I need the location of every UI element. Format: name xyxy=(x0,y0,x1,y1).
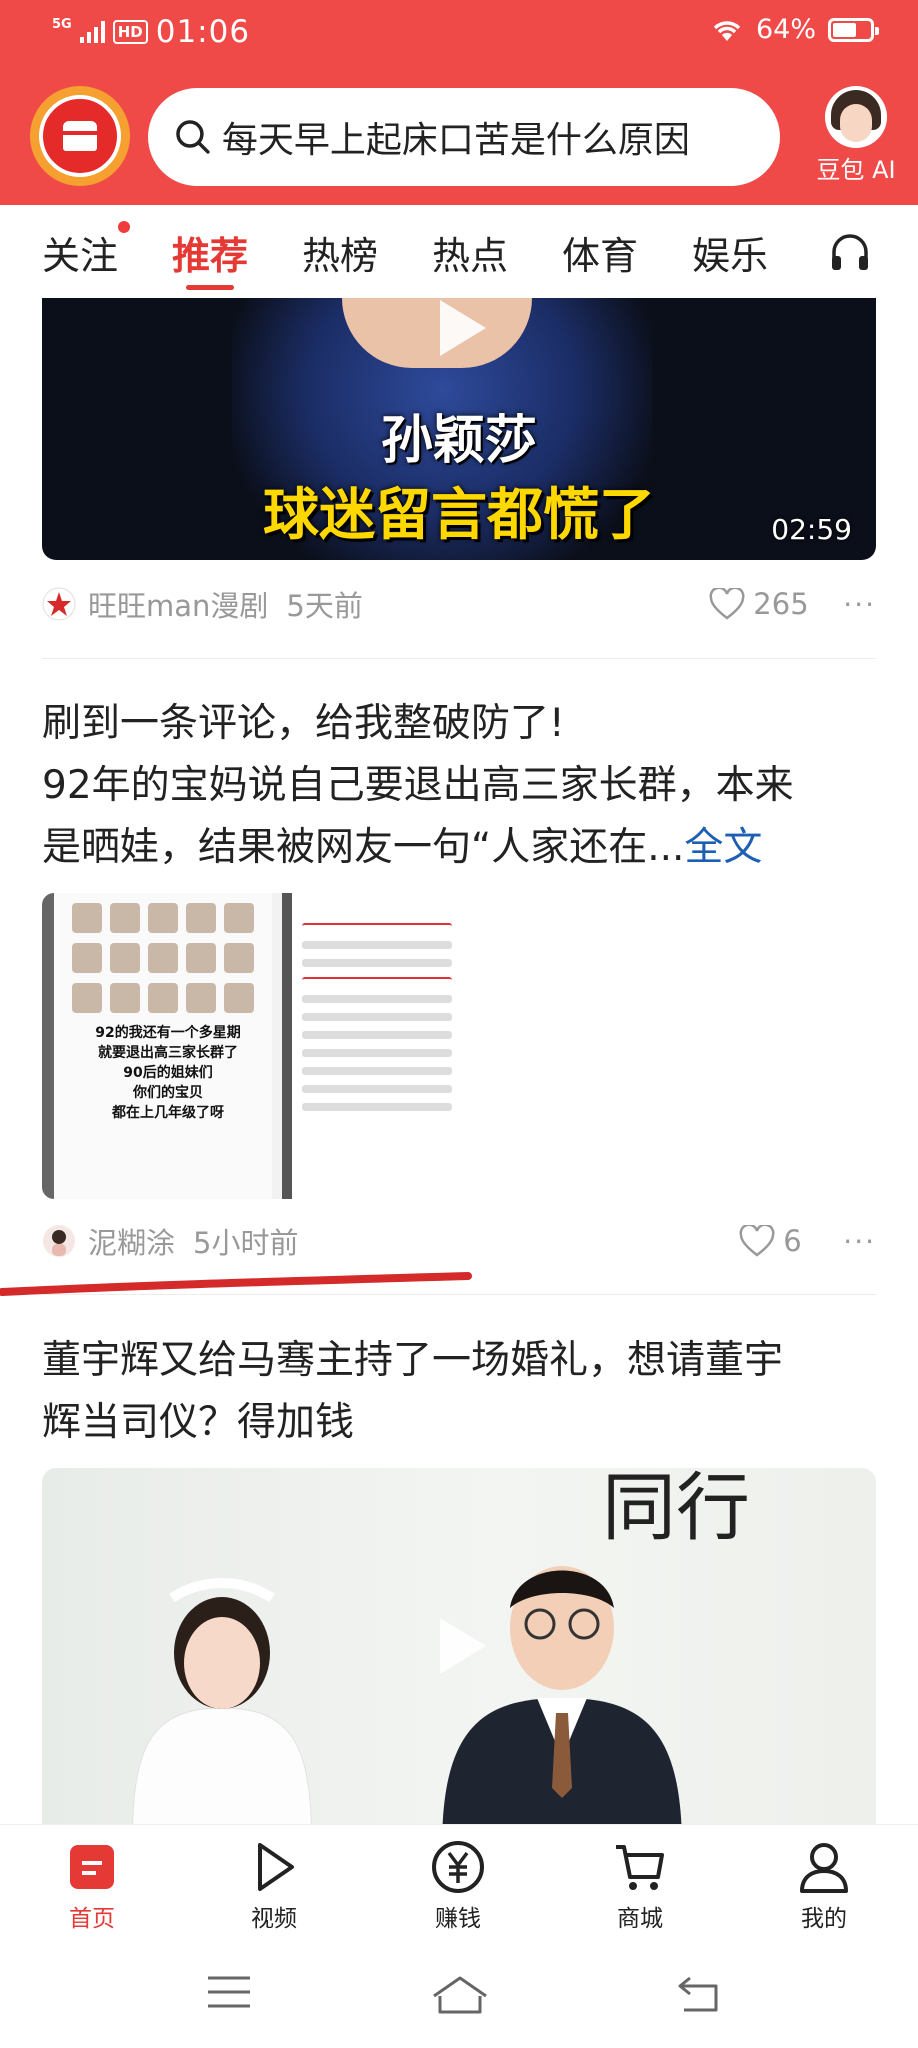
status-bar: 5G HD 01:06 64% xyxy=(0,0,918,72)
more-options-icon[interactable]: ··· xyxy=(843,1225,876,1258)
nav-label: 视频 xyxy=(251,1906,297,1932)
menu-icon[interactable] xyxy=(206,1974,252,2010)
video-overlay-title: 孙颖莎 xyxy=(380,411,537,471)
nav-label: 首页 xyxy=(69,1906,115,1932)
bottom-navigation: 首页 视频 赚钱 商城 我的 xyxy=(0,1824,918,1934)
post-line: 92年的宝妈说自己要退出高三家长群，本来 xyxy=(42,763,794,808)
video-play-icon xyxy=(258,1843,294,1891)
post-body[interactable]: 董宇辉又给马骞主持了一场婚礼，想请董宇 辉当司仪？得加钱 xyxy=(42,1330,882,1454)
home-icon xyxy=(70,1845,114,1889)
handwritten-underline xyxy=(0,1272,472,1296)
status-right: 64% xyxy=(710,14,879,45)
video-overlay-subtitle: 球迷留言都慌了 xyxy=(263,483,655,548)
notification-dot xyxy=(118,221,131,233)
post-time: 5小时前 xyxy=(193,1226,299,1260)
tab-recommend[interactable]: 推荐 xyxy=(172,225,248,280)
more-options-icon[interactable]: ··· xyxy=(843,588,876,621)
full-text-link[interactable]: 全文 xyxy=(684,825,762,870)
like-count: 265 xyxy=(753,587,809,621)
network-type: 5G xyxy=(52,16,72,32)
like-count: 6 xyxy=(783,1224,802,1258)
tab-sports[interactable]: 体育 xyxy=(562,225,638,280)
nav-mall[interactable]: 商城 xyxy=(580,1839,700,1933)
post-image-left: 92的我还有一个多星期 就要退出高三家长群了 90后的姐妹们 你们的宝贝 都在上… xyxy=(42,893,272,1199)
tab-hot-list[interactable]: 热榜 xyxy=(302,225,378,280)
profile-icon xyxy=(800,1843,848,1893)
battery-fill xyxy=(833,22,857,37)
clock: 01:06 xyxy=(155,14,251,50)
tab-hot-topics[interactable]: 热点 xyxy=(432,225,508,280)
category-tabs: 关注 推荐 热榜 热点 体育 娱乐 xyxy=(0,205,918,293)
author-name[interactable]: 泥糊涂 xyxy=(88,1220,175,1262)
battery-icon xyxy=(828,17,879,42)
active-tab-indicator xyxy=(186,285,234,290)
hd-badge: HD xyxy=(112,20,148,44)
author-avatar[interactable] xyxy=(42,587,76,621)
yuan-coin-icon xyxy=(432,1841,484,1893)
nav-video[interactable]: 视频 xyxy=(214,1839,334,1933)
tab-entertainment[interactable]: 娱乐 xyxy=(692,225,768,280)
ai-label: 豆包 AI xyxy=(816,156,896,184)
app-header: 5G HD 01:06 64% 每天早上起床口苦是什么原因 豆包 AI xyxy=(0,0,918,205)
author-name[interactable]: 旺旺man漫剧 xyxy=(88,583,268,625)
ai-avatar xyxy=(825,86,887,148)
post-image-right xyxy=(282,893,456,1199)
post-meta: 旺旺man漫剧 5天前 265 ··· xyxy=(42,582,876,626)
post-line: 是晒娃，结果被网友一句“人家还在... xyxy=(42,825,685,870)
home-button-icon[interactable] xyxy=(430,1974,490,2014)
video-thumbnail[interactable]: 孙颖莎 球迷留言都慌了 02:59 xyxy=(42,298,876,560)
video-duration: 02:59 xyxy=(771,513,852,546)
search-query[interactable]: 每天早上起床口苦是什么原因 xyxy=(222,111,780,163)
search-bar[interactable]: 每天早上起床口苦是什么原因 xyxy=(148,88,780,186)
post-meta: 泥糊涂 5小时前 6 ··· xyxy=(42,1219,876,1263)
bride-figure xyxy=(132,1578,312,1824)
nav-profile[interactable]: 我的 xyxy=(764,1839,884,1933)
shopping-cart-icon xyxy=(616,1845,664,1890)
author-avatar[interactable] xyxy=(42,1224,76,1258)
like-icon[interactable] xyxy=(709,588,745,620)
nav-earn[interactable]: 赚钱 xyxy=(398,1839,518,1933)
post-time: 5天前 xyxy=(286,589,363,623)
back-icon[interactable] xyxy=(676,1974,722,2014)
nav-label: 我的 xyxy=(801,1906,847,1932)
status-left: 5G HD 01:06 xyxy=(52,14,250,50)
signal-icon xyxy=(79,21,105,43)
system-navigation-bar xyxy=(0,1934,918,2048)
calligraphy-sign: 同行 xyxy=(602,1468,750,1551)
battery-percent: 64% xyxy=(755,14,816,45)
video-thumbnail[interactable]: 同行 xyxy=(42,1468,876,1824)
app-logo-icon[interactable] xyxy=(30,86,130,186)
search-icon xyxy=(176,120,210,154)
post-image[interactable]: 92的我还有一个多星期 就要退出高三家长群了 90后的姐妹们 你们的宝贝 都在上… xyxy=(42,893,456,1199)
nav-label: 赚钱 xyxy=(435,1906,481,1932)
like-icon[interactable] xyxy=(739,1225,775,1257)
headphone-icon[interactable] xyxy=(828,230,872,274)
post-line: 辉当司仪？得加钱 xyxy=(42,1400,355,1445)
nav-label: 商城 xyxy=(617,1906,663,1932)
nav-home[interactable]: 首页 xyxy=(32,1839,152,1933)
play-icon xyxy=(440,1618,486,1674)
doubao-ai-button[interactable]: 豆包 AI xyxy=(800,86,912,185)
divider xyxy=(42,658,876,659)
play-icon xyxy=(440,300,486,356)
divider xyxy=(42,1294,876,1295)
tab-follow[interactable]: 关注 xyxy=(42,221,131,280)
wifi-icon xyxy=(710,17,744,43)
post-line: 董宇辉又给马骞主持了一场婚礼，想请董宇 xyxy=(42,1338,784,1383)
post-line: 刷到一条评论，给我整破防了! xyxy=(42,701,565,746)
post-body[interactable]: 刷到一条评论，给我整破防了! 92年的宝妈说自己要退出高三家长群，本来 是晒娃，… xyxy=(42,693,882,879)
